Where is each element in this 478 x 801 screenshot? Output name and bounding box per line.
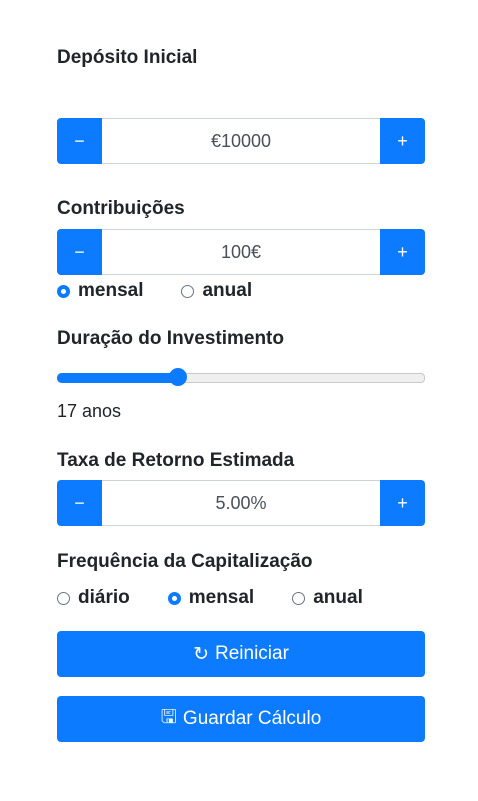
save-button-label: Guardar Cálculo [182, 708, 322, 729]
contributions-radio-anual[interactable]: anual [181, 280, 252, 302]
contributions-increment-button[interactable]: + [380, 229, 425, 275]
deposit-decrement-button[interactable]: − [57, 118, 102, 164]
rate-increment-button[interactable]: + [380, 480, 425, 526]
radio-button[interactable] [57, 591, 70, 605]
duration-slider[interactable] [57, 368, 425, 386]
contributions-stepper: − 100€ + [57, 229, 425, 275]
radio-button[interactable] [292, 591, 306, 605]
radio-label: mensal [78, 280, 144, 301]
rate-label: Taxa de Retorno Estimada [57, 450, 295, 471]
save-button[interactable]: 🖫 Guardar Cálculo [57, 696, 425, 742]
contributions-input[interactable]: 100€ [102, 229, 380, 275]
deposit-label: Depósito Inicial [57, 47, 198, 68]
compounding-radio-diario[interactable]: diário [57, 587, 130, 609]
compounding-radio-anual[interactable]: anual [292, 587, 363, 609]
contributions-radio-mensal[interactable]: mensal [57, 280, 143, 302]
radio-label: mensal [188, 587, 255, 608]
rate-stepper: − 5.00% + [57, 480, 425, 526]
compounding-frequency-radios: diário mensal anual [57, 587, 401, 609]
radio-label: anual [202, 280, 253, 301]
floppy-disk-icon: 🖫 [160, 707, 177, 728]
slider-thumb[interactable] [169, 368, 187, 386]
radio-button[interactable] [57, 284, 70, 298]
reset-button[interactable]: ↻ Reiniciar [57, 631, 425, 677]
deposit-increment-button[interactable]: + [380, 118, 425, 164]
rate-decrement-button[interactable]: − [57, 480, 102, 526]
radio-label: diário [78, 587, 130, 608]
compounding-radio-mensal[interactable]: mensal [167, 587, 255, 609]
refresh-icon: ↻ [193, 643, 209, 665]
contributions-label: Contribuições [57, 198, 185, 219]
rate-input[interactable]: 5.00% [102, 480, 380, 526]
compounding-label: Frequência da Capitalização [57, 551, 313, 572]
contributions-frequency-radios: mensal anual [57, 280, 290, 302]
slider-fill [57, 373, 178, 383]
radio-button[interactable] [181, 284, 195, 298]
duration-label: Duração do Investimento [57, 328, 284, 349]
radio-button[interactable] [167, 591, 181, 605]
radio-label: anual [313, 587, 363, 608]
deposit-stepper: − €10000 + [57, 118, 425, 164]
deposit-input[interactable]: €10000 [102, 118, 380, 164]
duration-value: 17 anos [57, 401, 122, 421]
reset-button-label: Reiniciar [215, 643, 289, 664]
contributions-decrement-button[interactable]: − [57, 229, 102, 275]
